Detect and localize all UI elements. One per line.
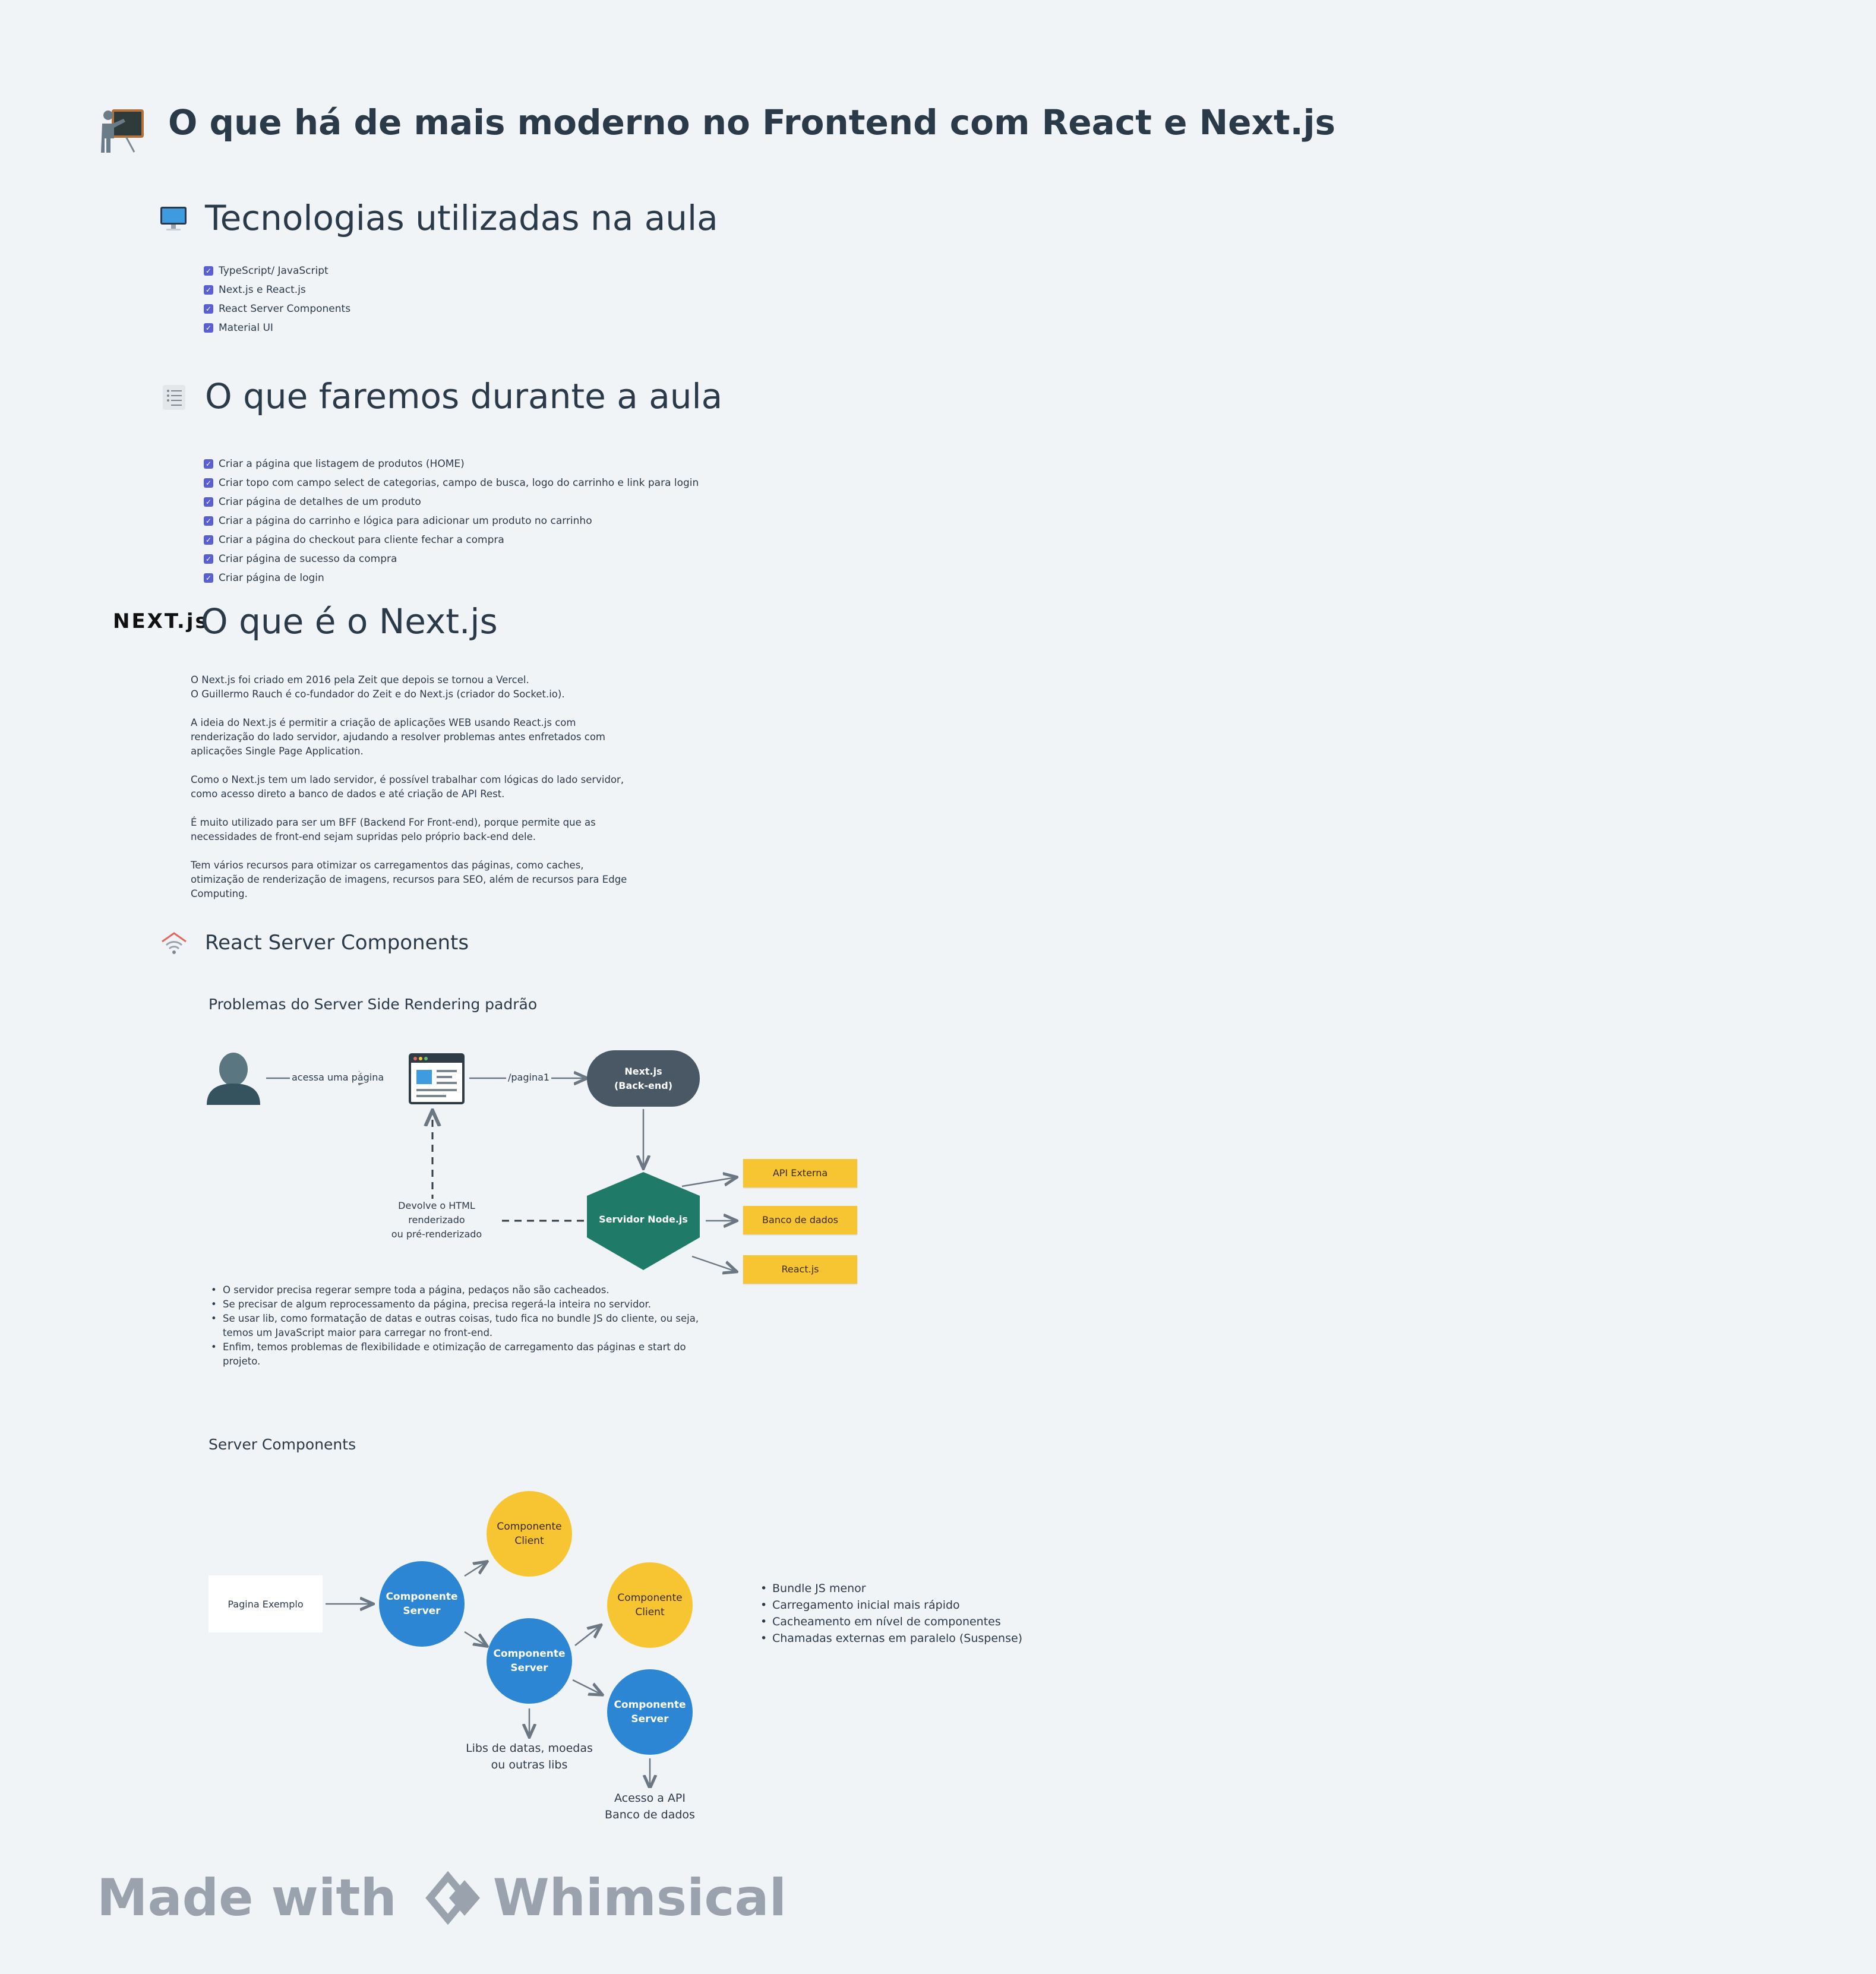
tech-heading: Tecnologias utilizadas na aula [205, 198, 718, 238]
checkbox-checked-icon[interactable]: ✓ [204, 323, 213, 333]
list-item[interactable]: ✓ Criar página de detalhes de um produto [204, 492, 699, 511]
paragraph: Tem vários recursos para otimizar os car… [191, 860, 627, 899]
list-item: Se precisar de algum reprocessamento da … [211, 1297, 699, 1312]
checkbox-checked-icon[interactable]: ✓ [204, 573, 213, 583]
paragraph: Como o Next.js tem um lado servidor, é p… [191, 774, 624, 800]
monitor-icon [159, 204, 188, 233]
client-component-node: Componente Client [487, 1491, 572, 1577]
server-component-node: Componente Server [607, 1669, 693, 1755]
list-item[interactable]: ✓ TypeScript/ JavaScript [204, 261, 350, 280]
list-item: Carregamento inicial mais rápido [760, 1597, 1022, 1613]
list-item[interactable]: ✓ Criar página de sucesso da compra [204, 549, 699, 568]
todo-heading: O que faremos durante a aula [205, 376, 723, 416]
checkbox-checked-icon[interactable]: ✓ [204, 459, 213, 469]
ssr-problems-list: O servidor precisa regerar sempre toda a… [211, 1283, 699, 1369]
checkbox-checked-icon[interactable]: ✓ [204, 478, 213, 488]
whimsical-logo-icon [412, 1869, 484, 1926]
page-example-node: Pagina Exemplo [209, 1575, 323, 1632]
list-item: Enfim, temos problemas de flexibilidade … [211, 1340, 699, 1369]
list-item[interactable]: ✓ Criar a página que listagem de produtos… [204, 454, 699, 473]
list-item: Chamadas externas em paralelo (Suspense) [760, 1630, 1022, 1647]
server-component-node: Componente Server [487, 1618, 572, 1704]
list-item[interactable]: ✓ Material UI [204, 318, 350, 337]
checkbox-checked-icon[interactable]: ✓ [204, 516, 213, 526]
next-heading: O que é o Next.js [201, 601, 498, 642]
checkbox-checked-icon[interactable]: ✓ [204, 266, 213, 276]
backend-label: Next.js (Back-end) [614, 1066, 673, 1091]
list-item[interactable]: ✓ React Server Components [204, 299, 350, 318]
sc-benefits-list: Bundle JS menor Carregamento inicial mai… [760, 1580, 1022, 1647]
ssr-heading: Problemas do Server Side Rendering padrã… [209, 996, 538, 1013]
browser-window-icon [409, 1053, 465, 1104]
sc-heading: Server Components [209, 1436, 356, 1453]
checkbox-checked-icon[interactable]: ✓ [204, 497, 213, 507]
target-api-externa: API Externa [743, 1159, 857, 1187]
user-icon [207, 1053, 260, 1105]
presenter-icon [100, 108, 145, 156]
list-item[interactable]: ✓ Criar página de login [204, 568, 699, 588]
edge-label-path: /pagina1 [506, 1072, 552, 1083]
rsc-heading: React Server Components [205, 931, 469, 955]
todo-checklist: ✓ Criar a página que listagem de produtos… [204, 454, 699, 588]
api-label: Acesso a API Banco de dados [605, 1792, 695, 1821]
target-reactjs: React.js [743, 1255, 857, 1284]
list-item: O servidor precisa regerar sempre toda a… [211, 1283, 699, 1297]
nextjs-logo: NEXT.js [113, 609, 209, 633]
list-item[interactable]: ✓ Criar a página do checkout para cliente… [204, 530, 699, 549]
list-item: Cacheamento em nível de componentes [760, 1613, 1022, 1630]
checkbox-checked-icon[interactable]: ✓ [204, 535, 213, 545]
list-item: Se usar lib, como formatação de datas e … [211, 1312, 699, 1340]
tech-checklist: ✓ TypeScript/ JavaScript ✓ Next.js e React… [204, 261, 350, 337]
checkbox-checked-icon[interactable]: ✓ [204, 554, 213, 564]
server-label: Servidor Node.js [599, 1214, 688, 1225]
checkbox-checked-icon[interactable]: ✓ [204, 304, 213, 314]
list-item[interactable]: ✓ Criar topo com campo select de categori… [204, 473, 699, 492]
checkbox-checked-icon[interactable]: ✓ [204, 285, 213, 295]
list-item[interactable]: ✓ Criar a página do carrinho e lógica par… [204, 511, 699, 530]
made-with-whimsical[interactable]: Made with Whimsical [97, 1868, 787, 1928]
return-label: Devolve o HTML renderizado ou pré-render… [389, 1199, 484, 1242]
next-description: O Next.js foi criado em 2016 pela Zeit q… [191, 673, 627, 915]
target-banco-de-dados: Banco de dados [743, 1206, 857, 1234]
paragraph: O Next.js foi criado em 2016 pela Zeit q… [191, 674, 565, 700]
server-component-node: Componente Server [379, 1561, 465, 1647]
list-item: Bundle JS menor [760, 1580, 1022, 1597]
paragraph: É muito utilizado para ser um BFF (Backe… [191, 817, 596, 842]
checklist-icon [162, 384, 187, 411]
list-item[interactable]: ✓ Next.js e React.js [204, 280, 350, 299]
react-icon [160, 930, 188, 957]
client-component-node: Componente Client [607, 1562, 693, 1648]
edge-label-access: acessa uma página [290, 1072, 386, 1083]
libs-label: Libs de datas, moedas ou outras libs [466, 1742, 593, 1771]
page-title: O que há de mais moderno no Frontend com… [168, 102, 1336, 143]
paragraph: A ideia do Next.js é permitir a criação … [191, 717, 605, 757]
